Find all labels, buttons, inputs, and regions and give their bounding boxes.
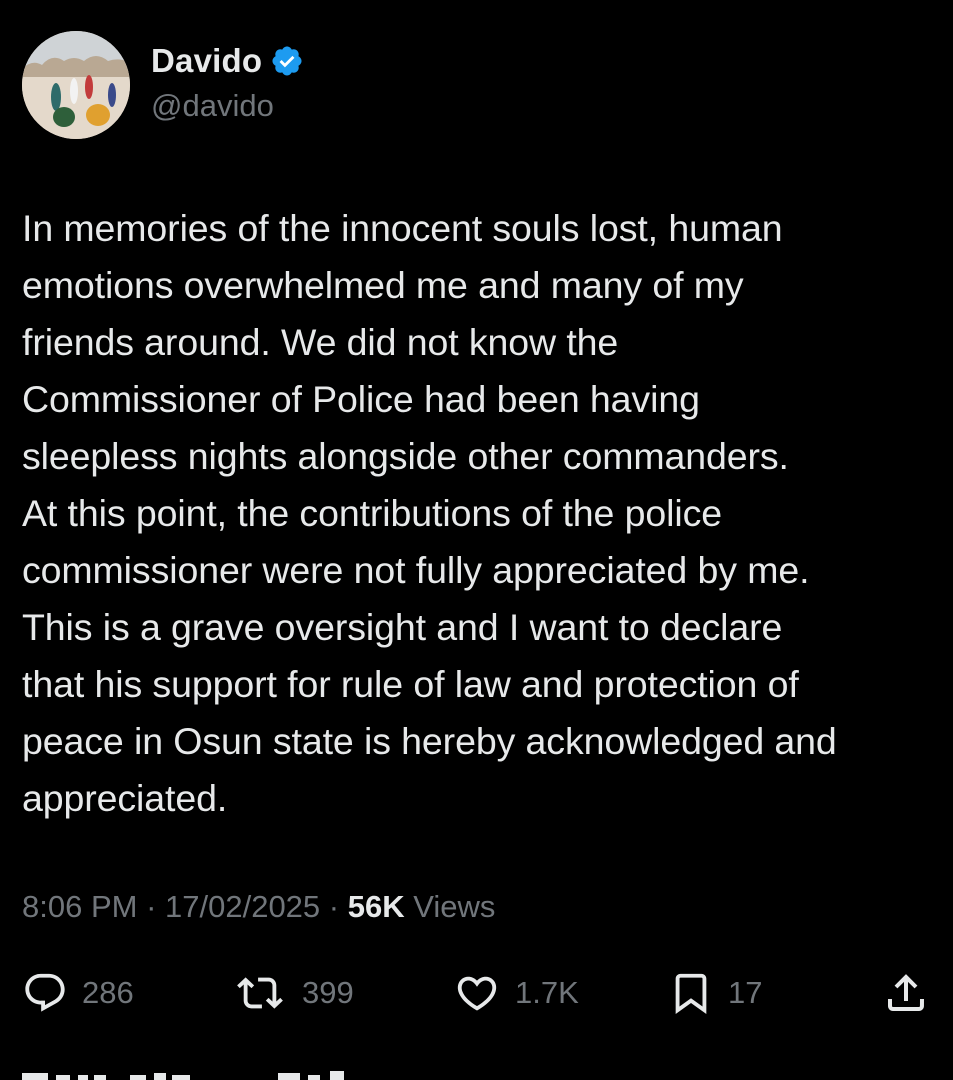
avatar[interactable] (22, 31, 130, 139)
views-label: Views (404, 889, 496, 924)
tweet-time[interactable]: 8:06 PM (22, 889, 137, 924)
repost-icon (237, 977, 283, 1009)
author-display-name[interactable]: Davido (151, 42, 262, 80)
meta-separator: · (320, 889, 348, 924)
tweet-meta: 8:06 PM · 17/02/2025 · 56K Views (22, 889, 495, 925)
bookmark-count: 17 (728, 975, 763, 1010)
like-count: 1.7K (515, 975, 579, 1010)
share-button[interactable] (882, 965, 930, 1021)
share-icon (888, 974, 924, 1011)
action-bar: 286 399 1.7K 17 (0, 965, 953, 1021)
views-count: 56K (347, 889, 405, 924)
reply-icon (25, 973, 65, 1012)
reply-count: 286 (82, 975, 134, 1010)
avatar-image (22, 31, 130, 139)
repost-count: 399 (302, 975, 354, 1010)
tweet-text: In memories of the innocent souls lost, … (22, 207, 837, 819)
author-name-row: Davido (151, 42, 304, 80)
author-handle[interactable]: @davido (151, 88, 274, 124)
like-button[interactable]: 1.7K (453, 965, 579, 1021)
meta-separator: · (137, 889, 166, 924)
cropped-next-section (22, 1068, 352, 1080)
reply-button[interactable]: 286 (22, 965, 134, 1021)
verified-badge-icon (270, 44, 304, 78)
bookmark-icon (675, 973, 707, 1014)
bookmark-button[interactable]: 17 (668, 965, 762, 1021)
tweet-date[interactable]: 17/02/2025 (165, 889, 320, 924)
repost-button[interactable]: 399 (232, 965, 354, 1021)
like-icon (457, 976, 497, 1011)
